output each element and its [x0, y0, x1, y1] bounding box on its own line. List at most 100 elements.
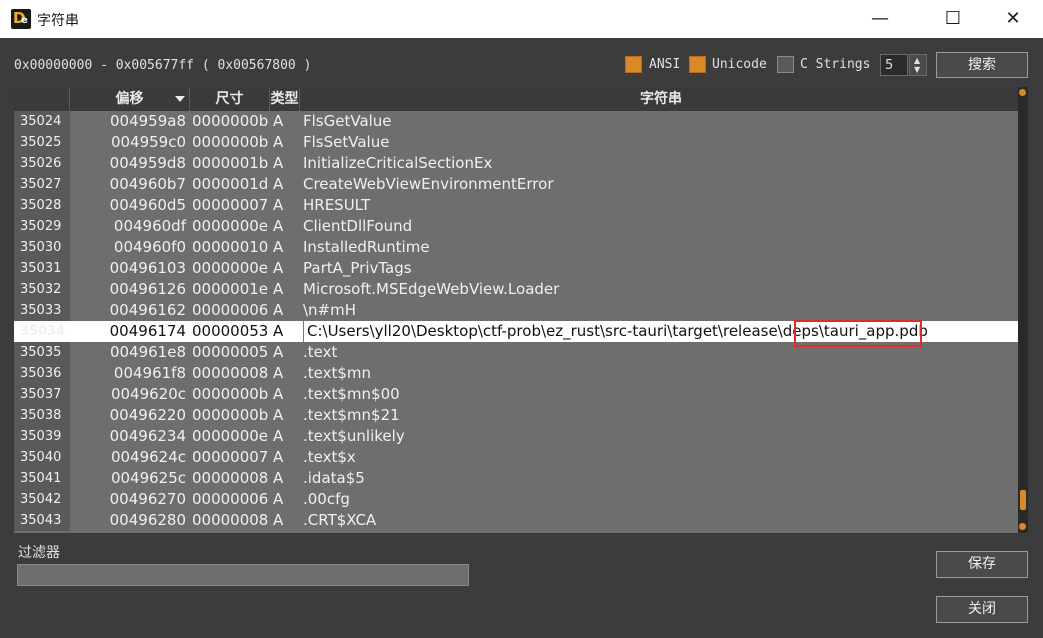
annotation-highlight-box	[794, 320, 922, 347]
row-string: \n#mH	[303, 301, 357, 319]
row-offset: 00496220	[109, 406, 186, 424]
table-row[interactable]: 35036 004961f8 00000008 A .text$mn	[14, 363, 1022, 384]
row-string: FlsGetValue	[303, 112, 392, 130]
row-type: A	[273, 469, 284, 487]
sort-desc-icon	[175, 96, 185, 102]
row-offset: 004960f0	[113, 238, 186, 256]
stepper-down-icon[interactable]: ▼	[914, 66, 920, 74]
col-string-header[interactable]: 字符串	[300, 87, 1022, 111]
ansi-label: ANSI	[649, 57, 681, 72]
col-type-header[interactable]: 类型	[270, 87, 300, 111]
row-string: .text$x	[303, 448, 356, 466]
table-row[interactable]: 35043 00496280 00000008 A .CRT$XCA	[14, 510, 1022, 531]
row-offset: 0049620c	[110, 385, 186, 403]
table-row[interactable]: 35037 0049620c 0000000b A .text$mn$00	[14, 384, 1022, 405]
cstrings-checkbox[interactable]	[777, 56, 794, 73]
row-string: .text$unlikely	[303, 427, 405, 445]
table-row[interactable]: 35040 0049624c 00000007 A .text$x	[14, 447, 1022, 468]
row-offset: 004960df	[113, 217, 186, 235]
min-length-stepper[interactable]: ▲ ▼	[909, 54, 927, 76]
table-row[interactable]: 35042 00496270 00000006 A .00cfg	[14, 489, 1022, 510]
close-window-button[interactable]: ✕	[990, 4, 1036, 34]
row-size: 0000000e	[192, 427, 269, 445]
row-size: 0000000b	[192, 406, 269, 424]
title-bar: De 字符串 — ☐ ✕	[0, 0, 1043, 38]
row-size: 0000001e	[192, 280, 269, 298]
col-index-header[interactable]	[14, 87, 70, 111]
row-index: 35042	[14, 489, 70, 510]
row-offset: 004960d5	[109, 196, 186, 214]
row-string: PartA_PrivTags	[303, 259, 412, 277]
row-size: 0000000b	[192, 112, 269, 130]
table-row[interactable]: 35030 004960f0 00000010 A InstalledRuntime	[14, 237, 1022, 258]
maximize-button[interactable]: ☐	[930, 4, 976, 34]
row-type: A	[273, 175, 284, 193]
col-size-header[interactable]: 尺寸	[190, 87, 270, 111]
unicode-checkbox[interactable]	[689, 56, 706, 73]
row-offset: 00496174	[109, 322, 186, 340]
scroll-up-icon[interactable]	[1019, 89, 1026, 96]
row-index: 35032	[14, 279, 70, 300]
filter-input[interactable]	[17, 564, 469, 586]
table-row[interactable]: 35025 004959c0 0000000b A FlsSetValue	[14, 132, 1022, 153]
scroll-thumb[interactable]	[1020, 490, 1026, 510]
table-row[interactable]: 35031 00496103 0000000e A PartA_PrivTags	[14, 258, 1022, 279]
table-row[interactable]: 35039 00496234 0000000e A .text$unlikely	[14, 426, 1022, 447]
row-offset: 004961e8	[109, 343, 186, 361]
row-size: 00000005	[192, 343, 269, 361]
row-size: 0000000b	[192, 385, 269, 403]
row-string: InstalledRuntime	[303, 238, 430, 256]
row-offset: 00496103	[109, 259, 186, 277]
min-length-input[interactable]: 5	[880, 54, 908, 76]
ansi-checkbox[interactable]	[625, 56, 642, 73]
close-button[interactable]: 关闭	[936, 596, 1028, 623]
row-string: InitializeCriticalSectionEx	[303, 154, 493, 172]
row-string: .text$mn$21	[303, 406, 400, 424]
table-row[interactable]: 35028 004960d5 00000007 A HRESULT	[14, 195, 1022, 216]
table-row[interactable]: 35038 00496220 0000000b A .text$mn$21	[14, 405, 1022, 426]
row-index: 35029	[14, 216, 70, 237]
row-string: .CRT$XCA	[303, 511, 377, 529]
row-size: 00000008	[192, 469, 269, 487]
row-string: HRESULT	[303, 196, 371, 214]
minimize-button[interactable]: —	[857, 4, 903, 34]
row-type: A	[273, 322, 284, 340]
scroll-down-icon[interactable]	[1019, 523, 1026, 530]
vertical-scrollbar[interactable]	[1018, 87, 1028, 533]
stepper-up-icon[interactable]: ▲	[914, 57, 920, 65]
window-title: 字符串	[37, 13, 79, 29]
save-button[interactable]: 保存	[936, 551, 1028, 578]
table-row[interactable]: 35027 004960b7 0000001d A CreateWebViewEnvir…	[14, 174, 1022, 195]
row-offset: 004959c0	[110, 133, 186, 151]
row-size: 00000053	[192, 322, 269, 340]
row-index: 35036	[14, 363, 70, 384]
row-index: 35038	[14, 405, 70, 426]
row-size: 00000006	[192, 301, 269, 319]
row-type: A	[273, 301, 284, 319]
row-index: 35035	[14, 342, 70, 363]
table-row[interactable]: 35032 00496126 0000001e A Microsoft.MSEdgeWe…	[14, 279, 1022, 300]
row-index: 35028	[14, 195, 70, 216]
unicode-label: Unicode	[712, 57, 767, 72]
table-row[interactable]: 35041 0049625c 00000008 A .idata$5	[14, 468, 1022, 489]
table-row[interactable]: 35024 004959a8 0000000b A FlsGetValue	[14, 111, 1022, 132]
row-index: 35041	[14, 468, 70, 489]
row-type: A	[273, 511, 284, 529]
row-string: .idata$5	[303, 469, 365, 487]
row-type: A	[273, 490, 284, 508]
row-size: 00000006	[192, 490, 269, 508]
row-string: .00cfg	[303, 490, 350, 508]
row-size: 00000007	[192, 448, 269, 466]
table-header: 偏移 尺寸 类型 字符串	[14, 87, 1022, 111]
row-offset: 00496234	[109, 427, 186, 445]
row-type: A	[273, 280, 284, 298]
table-row[interactable]: 35033 00496162 00000006 A \n#mH	[14, 300, 1022, 321]
table-row[interactable]: 35026 004959d8 0000001b A InitializeCritical…	[14, 153, 1022, 174]
row-string: .text$mn$00	[303, 385, 400, 403]
address-range: 0x00000000 - 0x005677ff ( 0x00567800 )	[14, 58, 312, 73]
table-row[interactable]: 35029 004960df 0000000e A ClientDllFound	[14, 216, 1022, 237]
row-index: 35040	[14, 447, 70, 468]
col-offset-header[interactable]: 偏移	[70, 87, 190, 111]
filter-label: 过滤器	[18, 545, 60, 561]
search-button[interactable]: 搜索	[936, 52, 1028, 78]
